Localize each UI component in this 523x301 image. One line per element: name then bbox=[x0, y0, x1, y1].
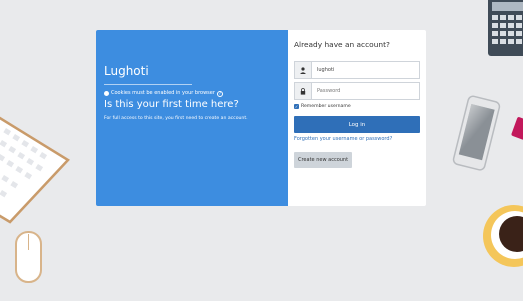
pen-illustration bbox=[511, 117, 523, 140]
password-input[interactable] bbox=[312, 83, 419, 99]
coffee-cup-illustration bbox=[483, 205, 523, 267]
login-card: Lughoti Cookies must be enabled in your … bbox=[96, 30, 426, 206]
info-icon bbox=[104, 91, 109, 96]
access-note: For full access to this site, you first … bbox=[104, 116, 248, 121]
login-button[interactable]: Log in bbox=[294, 116, 420, 133]
username-input[interactable] bbox=[312, 62, 419, 78]
keyboard-illustration bbox=[0, 116, 70, 224]
mouse-illustration bbox=[15, 231, 42, 283]
forgot-password-link[interactable]: Forgotten your username or password? bbox=[294, 136, 420, 143]
help-icon[interactable]: ? bbox=[216, 90, 223, 97]
create-account-button[interactable]: Create new account bbox=[294, 152, 353, 168]
cookies-notice-text: Cookies must be enabled in your browser bbox=[111, 90, 215, 96]
remember-label: Remember username bbox=[301, 104, 351, 109]
cookies-notice: Cookies must be enabled in your browser … bbox=[104, 90, 280, 97]
welcome-panel: Lughoti Cookies must be enabled in your … bbox=[96, 30, 288, 206]
username-field bbox=[294, 61, 420, 79]
remember-username[interactable]: ✓ Remember username bbox=[294, 103, 420, 110]
lock-icon bbox=[295, 83, 312, 99]
phone-illustration bbox=[452, 95, 501, 171]
calculator-illustration bbox=[488, 0, 523, 56]
login-heading: Already have an account? bbox=[294, 40, 390, 49]
password-field bbox=[294, 82, 420, 100]
login-form: Already have an account? ✓ Remember us bbox=[288, 30, 426, 206]
site-name: Lughoti bbox=[104, 64, 192, 85]
check-icon[interactable]: ✓ bbox=[294, 104, 299, 109]
first-time-heading: Is this your first time here? bbox=[104, 99, 239, 110]
user-icon bbox=[295, 62, 312, 78]
